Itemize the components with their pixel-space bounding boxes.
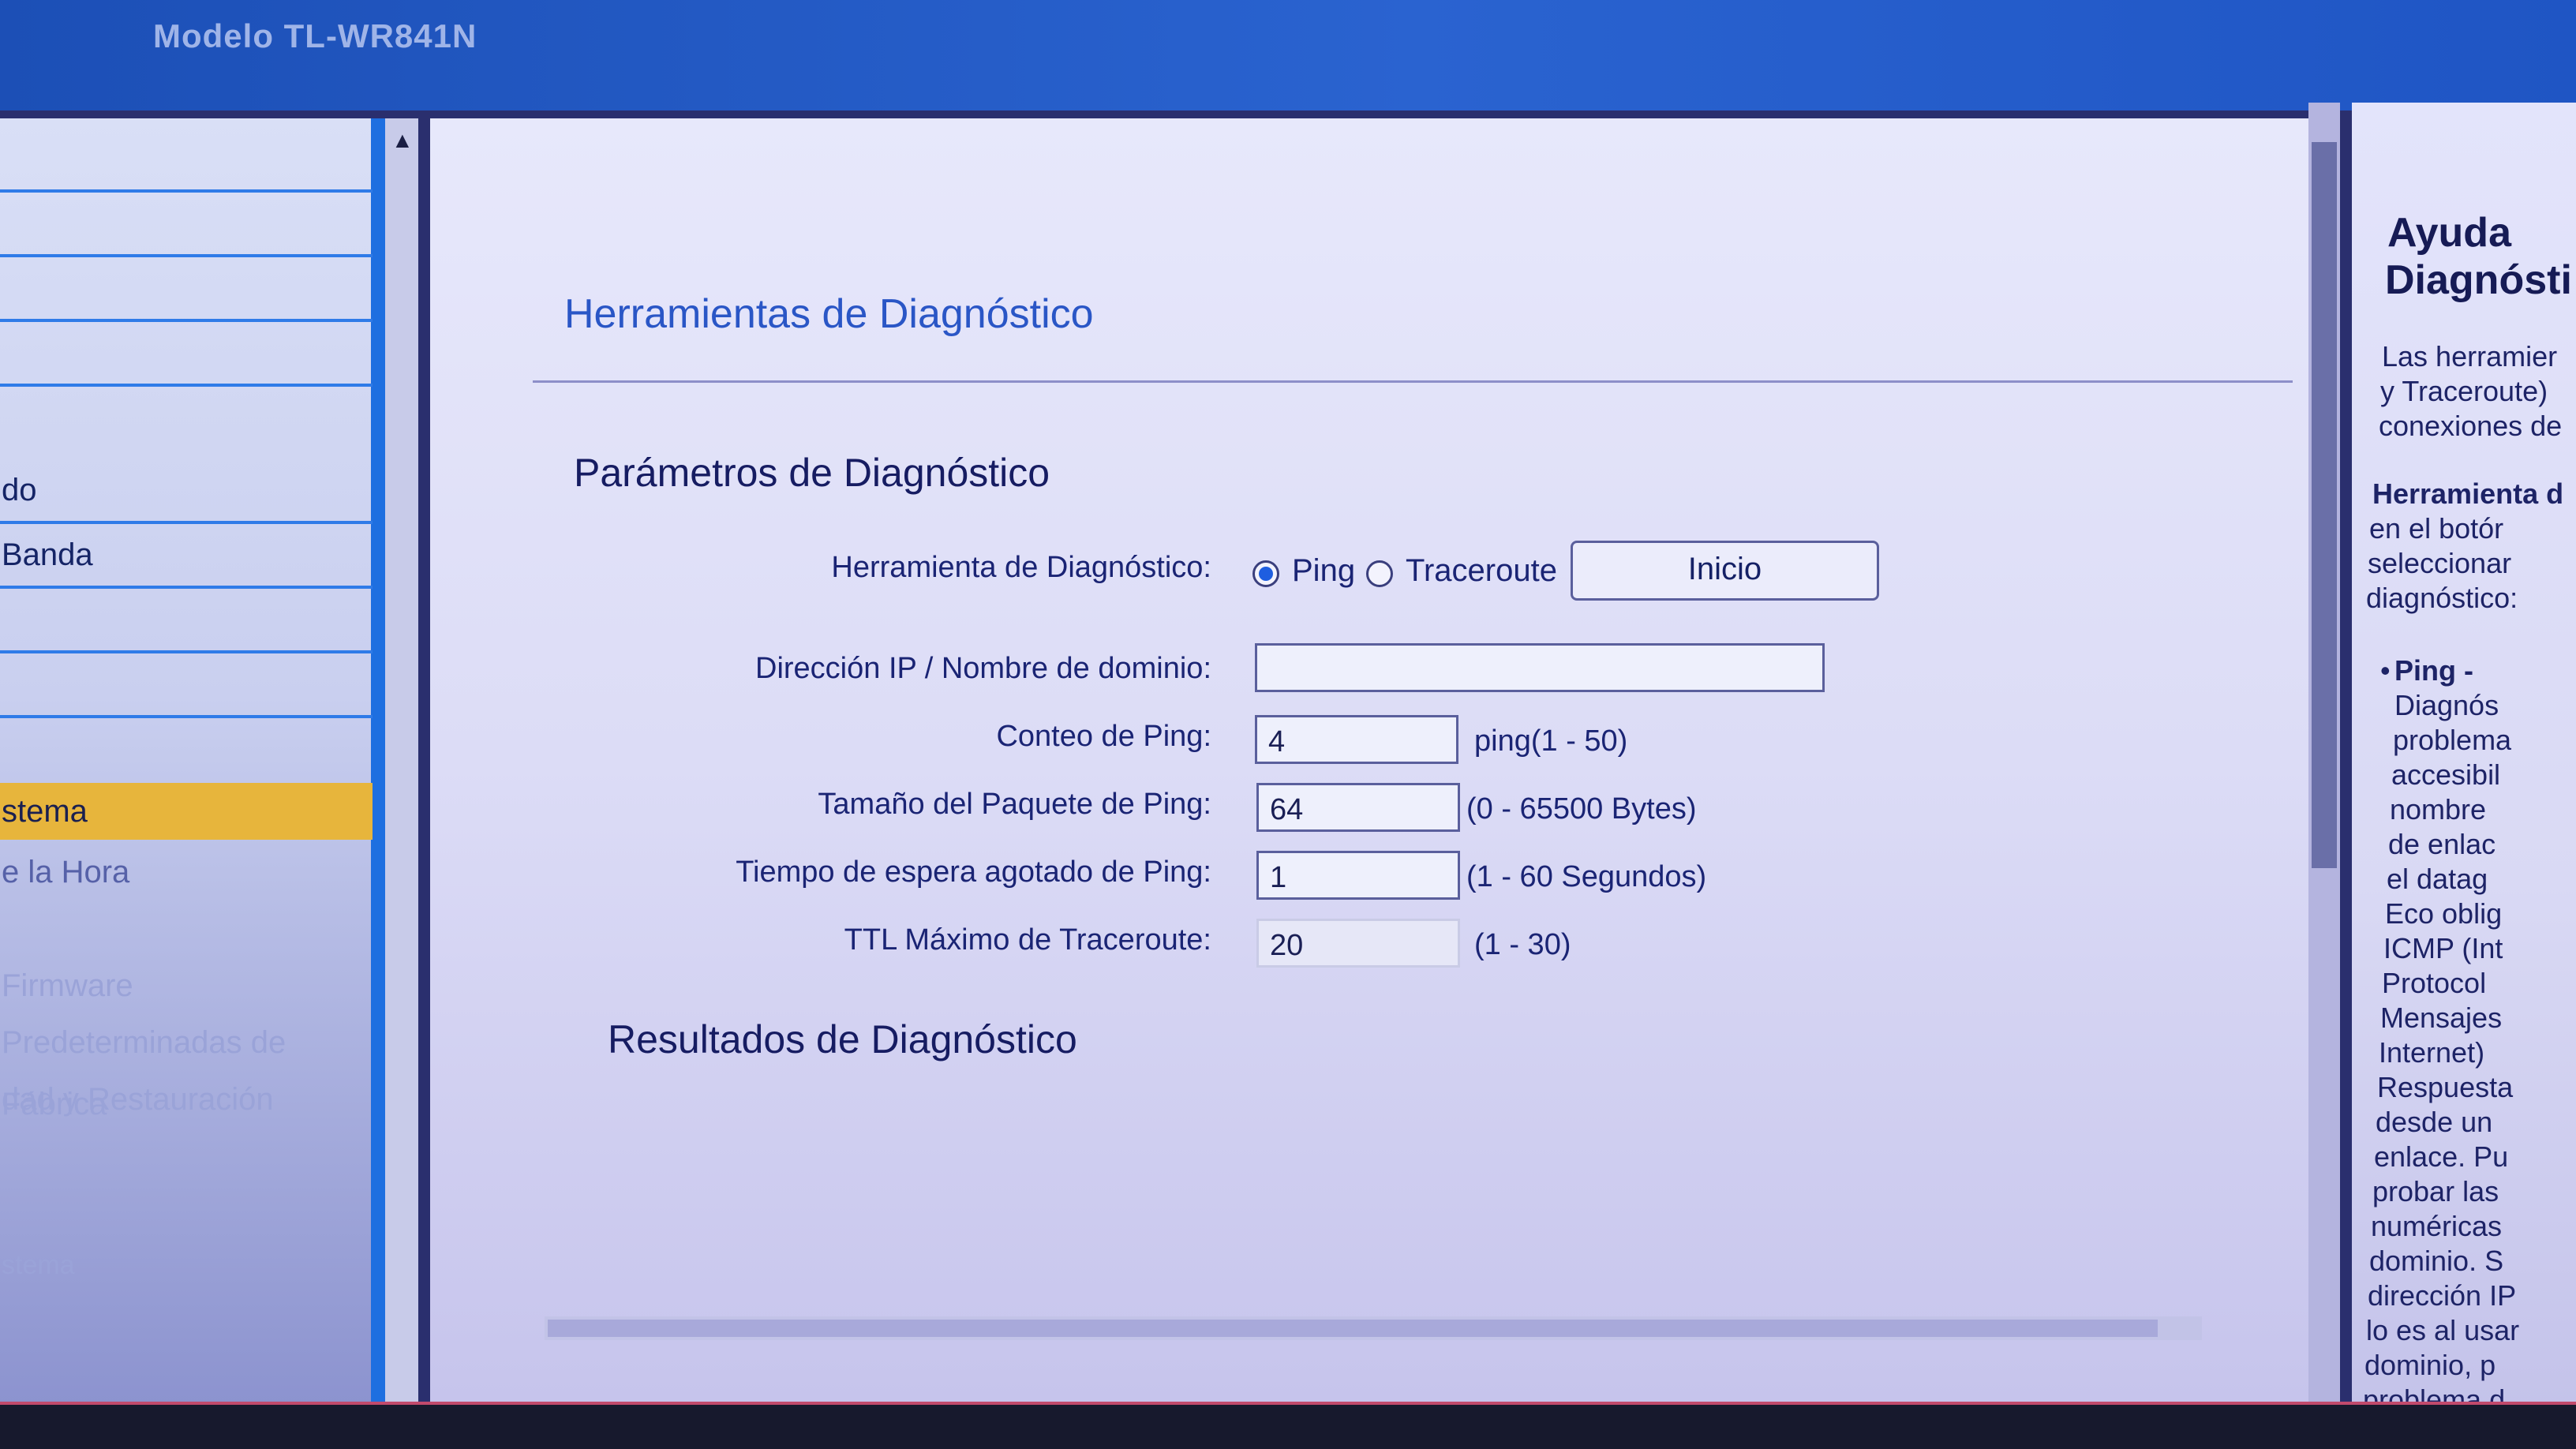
help-text: numéricas	[2371, 1210, 2503, 1242]
ping-count-hint: ping(1 - 50)	[1474, 724, 1628, 758]
ping-radio[interactable]	[1252, 560, 1279, 587]
ping-count-label: Conteo de Ping:	[996, 720, 1211, 753]
form-labels: Herramienta de Diagnóstico: Dirección IP…	[430, 118, 1211, 1405]
sidebar-item-system-tools[interactable]: stema	[0, 783, 373, 840]
model-name: Modelo TL-WR841N	[153, 17, 477, 54]
scroll-thumb[interactable]	[548, 1320, 2158, 1337]
bottom-bar	[0, 1405, 2576, 1449]
packet-size-label: Tamaño del Paquete de Ping:	[818, 788, 1211, 821]
help-text: nombre	[2390, 793, 2487, 826]
help-panel: Ayuda Diagnósti Las herramier y Tracerou…	[2352, 103, 2576, 1405]
help-text: probar las	[2372, 1175, 2499, 1208]
sidebar-item-backup-restore[interactable]: dad y Restauración	[0, 1069, 373, 1130]
help-text: Diagnós	[2394, 689, 2499, 721]
help-title: Diagnósti	[2385, 257, 2572, 303]
help-text: en el botór	[2369, 512, 2504, 545]
tool-label: Herramienta de Diagnóstico:	[831, 551, 1211, 584]
sidebar-item[interactable]	[0, 653, 373, 718]
help-text: seleccionar	[2368, 547, 2512, 579]
sidebar-item-factory-defaults[interactable]: Predeterminadas de Fábrica	[0, 1012, 373, 1121]
help-text: lo es al usar	[2366, 1314, 2520, 1346]
results-heading: Resultados de Diagnóstico	[608, 1017, 1077, 1061]
timeout-label: Tiempo de espera agotado de Ping:	[736, 856, 1211, 889]
packet-size-hint: (0 - 65500 Bytes)	[1466, 792, 1697, 826]
traceroute-radio-label[interactable]: Traceroute	[1406, 553, 1557, 589]
sidebar-item-firmware[interactable]: Firmware	[0, 955, 373, 1017]
ping-count-input[interactable]: 4	[1255, 715, 1458, 764]
timeout-input[interactable]: 1	[1256, 851, 1460, 900]
sidebar-item[interactable]	[0, 193, 373, 257]
help-text: ICMP (Int	[2383, 932, 2503, 964]
ip-label: Dirección IP / Nombre de dominio:	[755, 652, 1211, 685]
help-text: Las herramier	[2382, 340, 2558, 373]
help-text: desde un	[2376, 1106, 2493, 1138]
main-horizontal-scrollbar[interactable]	[545, 1316, 2202, 1340]
help-text: diagnóstico:	[2366, 582, 2518, 614]
help-bullet-ping: Ping -	[2394, 654, 2473, 687]
help-text: Mensajes	[2380, 1002, 2503, 1034]
ttl-input[interactable]: 20	[1256, 919, 1460, 968]
ttl-label: TTL Máximo de Traceroute:	[844, 923, 1211, 957]
sidebar-item[interactable]: Banda	[0, 524, 373, 589]
sidebar-item[interactable]: do	[0, 459, 373, 524]
help-text: Protocol	[2382, 967, 2487, 999]
sidebar-item[interactable]	[0, 589, 373, 653]
help-text: el datag	[2387, 863, 2488, 895]
help-text: Internet)	[2379, 1036, 2485, 1069]
main-vertical-scrollbar[interactable]	[2308, 103, 2340, 1405]
help-text: Respuesta	[2377, 1071, 2514, 1103]
help-text: dominio. S	[2369, 1245, 2504, 1277]
packet-size-input[interactable]: 64	[1256, 783, 1460, 832]
help-text: y Traceroute)	[2380, 375, 2548, 407]
help-text: de enlac	[2388, 828, 2496, 860]
help-text: accesibil	[2391, 758, 2501, 791]
sidebar-item-time[interactable]: e la Hora	[0, 841, 373, 903]
sidebar-item[interactable]	[0, 118, 373, 193]
help-text: dirección IP	[2368, 1279, 2517, 1312]
sidebar-scrollbar[interactable]: ▲	[385, 118, 418, 1405]
ping-radio-label[interactable]: Ping	[1292, 553, 1355, 589]
timeout-hint: (1 - 60 Segundos)	[1466, 860, 1707, 893]
sidebar-item[interactable]	[0, 322, 373, 387]
sidebar-item-system[interactable]: stema	[0, 1234, 373, 1296]
help-text: Eco oblig	[2385, 897, 2503, 930]
ip-domain-input[interactable]	[1255, 643, 1825, 692]
help-text: dominio, p	[2364, 1349, 2496, 1381]
main-panel: Herramientas de Diagnóstico Parámetros d…	[430, 118, 2308, 1405]
sidebar-menu: do Banda stema e la Hora Firmware Predet…	[0, 118, 385, 1405]
sidebar-item[interactable]	[0, 257, 373, 322]
header-bar: Modelo TL-WR841N	[0, 0, 2576, 110]
bullet-icon: •	[2380, 654, 2391, 687]
traceroute-radio[interactable]	[1366, 560, 1393, 587]
ttl-hint: (1 - 30)	[1474, 928, 1571, 961]
help-title: Ayuda	[2387, 210, 2511, 256]
help-text: enlace. Pu	[2374, 1140, 2509, 1173]
scroll-thumb[interactable]	[2312, 142, 2337, 868]
help-text: problema	[2393, 724, 2512, 756]
start-button[interactable]: Inicio	[1571, 541, 1879, 601]
help-subheading: Herramienta d	[2372, 477, 2564, 510]
help-text: conexiones de	[2379, 410, 2563, 442]
scroll-up-icon[interactable]: ▲	[391, 128, 414, 153]
